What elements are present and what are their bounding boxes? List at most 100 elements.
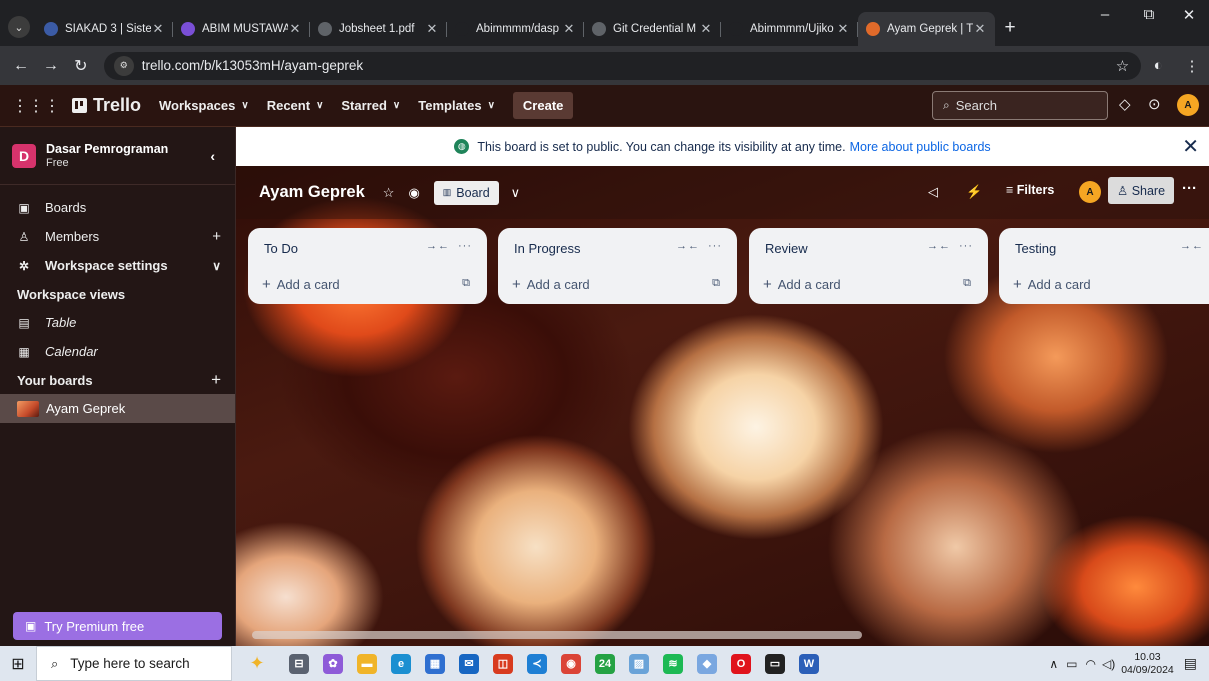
reload-icon[interactable]: ↻ xyxy=(66,56,96,76)
clock[interactable]: 10.03 04/09/2024 xyxy=(1121,651,1174,677)
taskbar-app-store[interactable]: ▦ xyxy=(418,646,452,681)
automation-icon[interactable]: ⚡ xyxy=(966,184,982,200)
share-button[interactable]: ♙ Share xyxy=(1108,177,1175,204)
browser-tab[interactable]: Abimmmm/Ujiko ✕ xyxy=(721,12,858,46)
add-member-icon[interactable]: + xyxy=(212,228,221,245)
board-member-avatar[interactable]: A xyxy=(1079,181,1101,203)
list-menu-icon[interactable]: ··· xyxy=(959,240,973,252)
back-icon[interactable]: ← xyxy=(6,57,36,75)
list-title[interactable]: Review xyxy=(765,241,808,256)
trello-logo[interactable]: Trello xyxy=(72,95,141,116)
board-horizontal-scrollbar[interactable] xyxy=(244,629,1202,641)
list-menu-icon[interactable]: ··· xyxy=(708,240,722,252)
browser-tab[interactable]: Jobsheet 1.pdf ✕ xyxy=(310,12,447,46)
chevron-down-icon[interactable]: ∨ xyxy=(511,185,521,201)
collapse-list-icon[interactable]: →← xyxy=(676,240,700,252)
browser-tab[interactable]: SIAKAD 3 | Sistem✕ xyxy=(36,12,173,46)
add-card-button[interactable]: + Add a card xyxy=(1013,276,1091,293)
notification-center-icon[interactable]: ▤ xyxy=(1184,655,1197,672)
collapse-list-icon[interactable]: →← xyxy=(1180,240,1204,252)
nav-templates[interactable]: Templates ∨ xyxy=(418,98,495,113)
sidebar-item-boards[interactable]: ▣ Boards xyxy=(0,193,235,222)
scrollbar-thumb[interactable] xyxy=(252,631,862,639)
add-card-button[interactable]: + Add a card xyxy=(512,276,590,293)
volume-icon[interactable]: ◁) xyxy=(1102,657,1115,671)
collapse-sidebar-icon[interactable]: ‹ xyxy=(210,148,215,164)
card-template-icon[interactable]: ⧉ xyxy=(712,277,720,290)
card-template-icon[interactable]: ⧉ xyxy=(963,277,971,290)
taskbar-app-copilot[interactable]: ✿ xyxy=(316,646,350,681)
star-icon[interactable]: ☆ xyxy=(383,185,395,201)
wifi-icon[interactable]: ◠ xyxy=(1085,657,1095,671)
visibility-icon[interactable]: ◉ xyxy=(408,185,419,201)
browser-menu-icon[interactable]: ⋮ xyxy=(1175,57,1209,75)
taskbar-app-task-view[interactable]: ⊟ xyxy=(282,646,316,681)
more-menu-icon[interactable]: ··· xyxy=(1182,180,1197,197)
taskbar-app-word[interactable]: W xyxy=(792,646,826,681)
list-review[interactable]: Review →← ··· + Add a card ⧉ xyxy=(749,228,988,304)
taskbar-app-terminal[interactable]: ▭ xyxy=(758,646,792,681)
nav-recent[interactable]: Recent ∨ xyxy=(267,98,324,113)
restore-button[interactable]: ⧉ xyxy=(1129,6,1169,23)
create-button[interactable]: Create xyxy=(512,92,574,119)
card-template-icon[interactable]: ⧉ xyxy=(462,277,470,290)
profile-icon[interactable]: ◐ xyxy=(1141,57,1175,74)
user-avatar[interactable]: A xyxy=(1177,94,1199,116)
list-menu-icon[interactable]: ··· xyxy=(458,240,472,252)
browser-tab[interactable]: Git Credential M ✕ xyxy=(584,12,721,46)
sidebar-item-calendar[interactable]: ▦ Calendar xyxy=(0,337,235,366)
taskbar-app-opera[interactable]: O xyxy=(724,646,758,681)
tab-close-icon[interactable]: ✕ xyxy=(699,21,713,37)
widgets-icon[interactable]: ✦ xyxy=(232,646,282,681)
sidebar-item-workspace-settings[interactable]: ✲ Workspace settings ∨ xyxy=(0,251,235,280)
taskbar-app-spotify[interactable]: ≋ xyxy=(656,646,690,681)
list-testing[interactable]: Testing →← + Add a card xyxy=(999,228,1209,304)
tab-close-icon[interactable]: ✕ xyxy=(562,21,576,37)
power-ups-icon[interactable]: ◁ xyxy=(928,184,938,200)
close-icon[interactable]: ✕ xyxy=(1182,134,1199,159)
taskbar-app-office[interactable]: ◫ xyxy=(486,646,520,681)
collapse-list-icon[interactable]: →← xyxy=(426,240,450,252)
sidebar-board-ayam-geprek[interactable]: Ayam Geprek xyxy=(0,394,235,423)
nav-workspaces[interactable]: Workspaces ∨ xyxy=(159,98,249,113)
tab-close-icon[interactable]: ✕ xyxy=(973,21,987,37)
board-title[interactable]: Ayam Geprek xyxy=(259,183,365,202)
list-in-progress[interactable]: In Progress →← ··· + Add a card ⧉ xyxy=(498,228,737,304)
browser-tab[interactable]: Ayam Geprek | T ✕ xyxy=(858,12,995,46)
nav-starred[interactable]: Starred ∨ xyxy=(341,98,400,113)
tab-search-icon[interactable]: ⌄ xyxy=(8,16,30,38)
help-icon[interactable]: ⊙ xyxy=(1148,95,1161,113)
notifications-icon[interactable]: ◇ xyxy=(1119,95,1131,113)
try-premium-button[interactable]: ▣ Try Premium free xyxy=(13,612,222,640)
browser-tab[interactable]: ABIM MUSTAWA ✕ xyxy=(173,12,310,46)
taskbar-app-photos[interactable]: ▨ xyxy=(622,646,656,681)
new-tab-button[interactable]: + xyxy=(995,13,1025,43)
site-info-icon[interactable]: ⚙ xyxy=(113,55,134,76)
taskbar-app-vscode[interactable]: ≺ xyxy=(520,646,554,681)
chevron-down-icon[interactable]: ∨ xyxy=(212,259,221,273)
taskbar-search-input[interactable]: ⌕ Type here to search xyxy=(36,646,232,681)
workspace-badge[interactable]: D xyxy=(12,143,36,168)
tab-close-icon[interactable]: ✕ xyxy=(425,21,439,37)
tray-overflow-icon[interactable]: ∧ xyxy=(1049,657,1058,671)
workspace-name[interactable]: Dasar Pemrograman xyxy=(46,142,168,157)
tab-close-icon[interactable]: ✕ xyxy=(151,21,165,37)
windows-start-icon[interactable]: ⊞ xyxy=(0,654,36,674)
notice-link[interactable]: More about public boards xyxy=(850,140,991,154)
search-input[interactable]: ⌕ Search xyxy=(932,91,1108,120)
bookmark-star-icon[interactable]: ☆ xyxy=(1116,57,1129,75)
tab-close-icon[interactable]: ✕ xyxy=(288,21,302,37)
list-title[interactable]: Testing xyxy=(1015,241,1056,256)
list-title[interactable]: To Do xyxy=(264,241,298,256)
add-card-button[interactable]: + Add a card xyxy=(262,276,340,293)
sidebar-item-table[interactable]: ▤ Table xyxy=(0,308,235,337)
collapse-list-icon[interactable]: →← xyxy=(927,240,951,252)
taskbar-app-file-explorer[interactable]: ▬ xyxy=(350,646,384,681)
taskbar-app-mail[interactable]: ✉ xyxy=(452,646,486,681)
tab-close-icon[interactable]: ✕ xyxy=(836,21,850,37)
add-card-button[interactable]: + Add a card xyxy=(763,276,841,293)
window-close-button[interactable]: ✕ xyxy=(1169,6,1209,24)
battery-icon[interactable]: ▭ xyxy=(1066,657,1077,671)
forward-icon[interactable]: → xyxy=(36,57,66,75)
add-board-icon[interactable]: + xyxy=(211,370,221,390)
